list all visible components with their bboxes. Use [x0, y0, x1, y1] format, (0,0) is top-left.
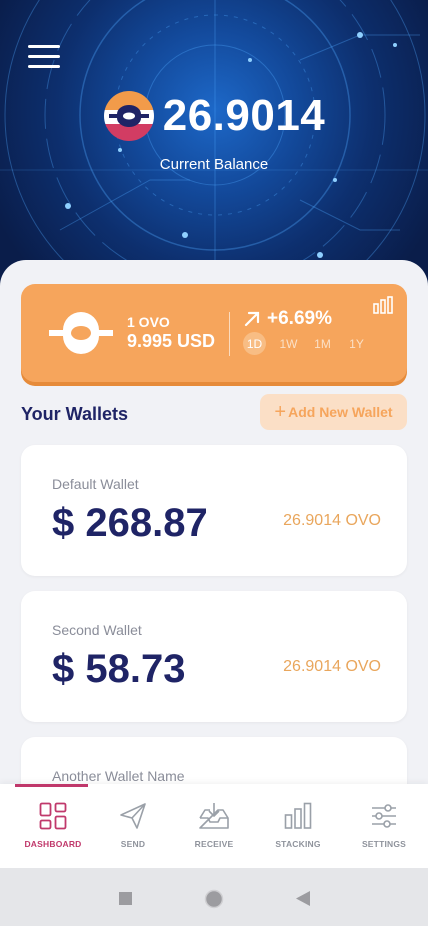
usd-value: 9.995 USD [127, 331, 216, 351]
divider [229, 312, 230, 356]
plus-icon: + [274, 401, 287, 423]
wallets-title: Your Wallets [21, 404, 129, 424]
system-nav-bar [0, 868, 428, 926]
balance-label: Current Balance [159, 156, 269, 173]
nav-send[interactable]: SEND [93, 802, 173, 849]
nav-label: RECEIVE [194, 839, 234, 849]
wallet-card-second[interactable]: Second Wallet $ 58.73 26.9014 OVO [21, 591, 407, 722]
wallet-ovo-balance: 26.9014 OVO [283, 512, 381, 529]
period-selector: 1D 1W 1M 1Y [243, 332, 379, 355]
hamburger-line [28, 45, 60, 48]
price-pair: 1 OVO 9.995 USD [127, 314, 215, 352]
nav-stacking[interactable]: STACKING [258, 802, 338, 849]
unit-label: 1 OVO [127, 314, 170, 330]
menu-button[interactable] [28, 45, 60, 71]
home-icon[interactable] [204, 889, 224, 909]
wallet-ovo-balance: 26.9014 OVO [283, 658, 381, 675]
send-icon [120, 803, 146, 829]
hamburger-line [28, 65, 60, 68]
nav-dashboard[interactable]: DASHBOARD [13, 802, 93, 849]
hamburger-line [28, 55, 60, 58]
wallet-amount: $ 268.87 [52, 501, 208, 545]
recents-icon[interactable] [119, 892, 132, 905]
wallet-amount: $ 58.73 [52, 647, 186, 691]
dashboard-icon [39, 802, 67, 830]
nav-settings[interactable]: SETTINGS [344, 802, 424, 849]
nav-label: SEND [120, 839, 146, 849]
nav-label: STACKING [275, 839, 321, 849]
wallet-name: Second Wallet [52, 622, 142, 638]
wallet-name: Default Wallet [52, 476, 139, 492]
nav-label: DASHBOARD [24, 839, 82, 849]
bar-chart-icon[interactable] [373, 296, 393, 314]
settings-icon [372, 804, 396, 828]
period-1y[interactable]: 1Y [345, 332, 368, 355]
ovo-coin-icon [103, 91, 154, 141]
ovo-logo-icon [49, 312, 113, 354]
price-change: +6.69% [243, 308, 332, 330]
nav-label: SETTINGS [361, 839, 407, 849]
stacking-icon [284, 802, 312, 829]
arrow-up-right-icon [244, 311, 260, 327]
period-1w[interactable]: 1W [277, 332, 300, 355]
active-nav-indicator [15, 784, 88, 787]
wallet-name: Another Wallet Name [52, 768, 185, 784]
bottom-nav: DASHBOARD SEND RECEIVE STACKING SETTINGS [0, 784, 428, 868]
price-card[interactable]: 1 OVO 9.995 USD +6.69% 1D 1W 1M 1Y [21, 284, 407, 382]
tech-background-graphic [0, 0, 428, 300]
receive-icon [199, 803, 229, 829]
wallet-card-default[interactable]: Default Wallet $ 268.87 26.9014 OVO [21, 445, 407, 576]
add-wallet-label: Add New Wallet [288, 404, 393, 420]
period-1m[interactable]: 1M [311, 332, 334, 355]
content-sheet: 1 OVO 9.995 USD +6.69% 1D 1W 1M 1Y Your … [0, 260, 428, 800]
nav-receive[interactable]: RECEIVE [174, 802, 254, 849]
balance-value: 26.9014 [162, 91, 326, 140]
add-wallet-button[interactable]: + Add New Wallet [260, 394, 407, 430]
change-value: +6.69% [267, 308, 332, 329]
period-1d[interactable]: 1D [243, 332, 266, 355]
header-hero: 26.9014 Current Balance [0, 0, 428, 300]
back-icon[interactable] [296, 891, 310, 906]
balance-row: 26.9014 [0, 90, 428, 142]
